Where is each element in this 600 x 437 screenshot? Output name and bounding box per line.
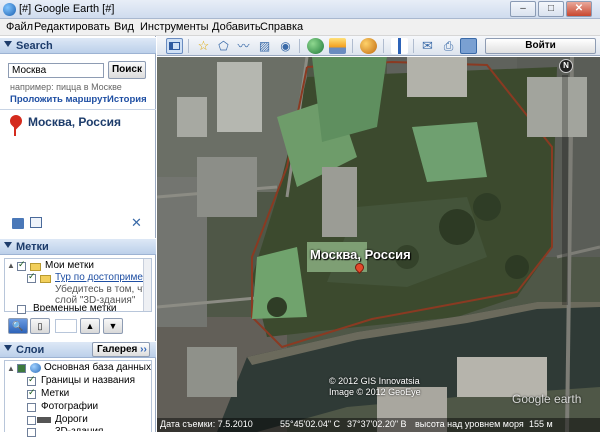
imagery-date: Дата съемки: 7.5.2010 xyxy=(160,419,253,429)
elevation-label: высота над уровнем моря xyxy=(415,419,524,429)
status-bar: Дата съемки: 7.5.2010 55°45'02.04" С 37°… xyxy=(157,418,600,432)
history-link[interactable]: История xyxy=(107,94,147,105)
temp-places-checkbox[interactable] xyxy=(17,305,26,314)
menu-tools[interactable]: Инструменты xyxy=(140,21,209,33)
collapse-arrow-icon xyxy=(4,345,12,351)
places-layer-checkbox[interactable] xyxy=(27,387,36,399)
title-bar: [#] Google Earth [#] – □ ✕ xyxy=(0,0,600,19)
search-hint: например: пицца в Москве xyxy=(10,82,122,92)
layer-photos[interactable]: Фотографии xyxy=(41,401,98,412)
primary-db-checkbox[interactable] xyxy=(17,364,26,373)
3d-buildings-checkbox[interactable] xyxy=(27,428,36,437)
tour-link[interactable]: Тур по достопримеч xyxy=(55,272,143,283)
gallery-button-label: Галерея xyxy=(97,344,138,355)
search-input[interactable]: Москва xyxy=(8,63,104,78)
minimize-button[interactable]: – xyxy=(510,1,536,17)
move-up-button[interactable]: ▲ xyxy=(80,318,100,334)
image-overlay-icon[interactable]: ▨ xyxy=(256,38,273,54)
latitude-readout: 55°45'02.04" С xyxy=(280,419,341,429)
window-title: [#] Google Earth [#] xyxy=(19,3,115,15)
directions-link[interactable]: Проложить маршрут xyxy=(10,94,107,105)
result-pin-stem xyxy=(14,125,16,136)
places-panel-title: Метки xyxy=(16,241,49,253)
expand-icon[interactable]: ▲ xyxy=(7,364,15,373)
borders-checkbox[interactable] xyxy=(27,374,36,386)
search-button[interactable]: Поиск xyxy=(108,61,146,79)
move-down-button[interactable]: ▼ xyxy=(103,318,123,334)
eye-altitude-readout: 155 м xyxy=(529,419,553,429)
temp-places-item[interactable]: Временные метки xyxy=(33,303,141,311)
record-tour-icon[interactable]: ◉ xyxy=(277,38,294,54)
divider xyxy=(0,109,156,110)
compass-icon[interactable]: N xyxy=(559,59,573,73)
close-window-button[interactable]: ✕ xyxy=(566,1,592,17)
search-panel-title: Search xyxy=(16,40,53,52)
google-earth-app-icon xyxy=(3,3,16,16)
copyright-line-1: © 2012 GIS Innovatsia xyxy=(329,376,420,386)
menu-bar: Файл Редактировать Вид Инструменты Добав… xyxy=(0,19,600,36)
gallery-button[interactable]: Галерея ›› xyxy=(92,342,150,357)
longitude-readout: 37°37'02.20" В xyxy=(347,419,407,429)
expand-icon[interactable]: ▲ xyxy=(7,261,15,270)
google-earth-watermark: Google earth xyxy=(512,392,582,406)
folder-icon xyxy=(40,275,51,283)
zoom-slider[interactable] xyxy=(562,75,568,305)
road-icon xyxy=(37,417,51,423)
my-places-checkbox[interactable] xyxy=(17,259,26,271)
copyright-line-2: Image © 2012 GeoEye xyxy=(329,387,421,397)
roads-checkbox[interactable] xyxy=(27,416,36,425)
menu-help[interactable]: Справка xyxy=(260,21,303,33)
places-panel-header[interactable]: Метки xyxy=(0,238,156,255)
search-result[interactable]: Москва, Россия xyxy=(28,115,121,129)
toolbar: ☆ ⬠ 〰 ▨ ◉ ✉ ⎙ Войти xyxy=(157,36,600,56)
menu-add[interactable]: Добавить xyxy=(212,21,261,33)
places-scrollbar[interactable] xyxy=(143,259,151,311)
sidebar: Search Москва Поиск например: пицца в Мо… xyxy=(0,36,156,437)
menu-view[interactable]: Вид xyxy=(114,21,134,33)
tour-checkbox[interactable] xyxy=(27,271,36,283)
places-tree: ▲ Мои метки Тур по достопримеч Убедитесь… xyxy=(4,258,152,314)
search-in-places-button[interactable]: 🔍 xyxy=(8,318,28,334)
places-filter-input[interactable] xyxy=(55,319,77,333)
layer-primary-db[interactable]: Основная база данных xyxy=(44,362,151,373)
navigation-controls[interactable] xyxy=(557,75,575,305)
menu-file[interactable]: Файл xyxy=(6,21,33,33)
login-button[interactable]: Войти xyxy=(485,38,596,54)
layers-tree: ▲ Основная база данных Границы и названи… xyxy=(4,360,152,437)
collapse-arrow-icon xyxy=(4,41,12,47)
result-pin-icon xyxy=(7,112,25,130)
folder-icon xyxy=(30,263,41,271)
my-places-item[interactable]: Мои метки xyxy=(45,260,94,271)
photos-checkbox[interactable] xyxy=(27,403,36,412)
menu-edit[interactable]: Редактировать xyxy=(34,21,110,33)
copy-icon[interactable] xyxy=(30,217,42,228)
polygon-icon[interactable]: ⬠ xyxy=(215,38,232,54)
tour-description-line1: Убедитесь в том, что xyxy=(55,284,143,295)
print-icon[interactable]: ⎙ xyxy=(440,38,457,54)
clear-search-icon[interactable]: ✕ xyxy=(131,215,142,231)
map-view[interactable]: Москва, Россия © 2012 GIS Innovatsia Ima… xyxy=(157,57,600,432)
search-panel-header[interactable]: Search xyxy=(0,37,156,54)
layer-roads[interactable]: Дороги xyxy=(55,414,88,425)
map-place-label: Москва, Россия xyxy=(310,247,411,262)
globe-icon xyxy=(30,363,41,373)
layers-panel-title: Слои xyxy=(16,344,45,356)
email-icon[interactable]: ✉ xyxy=(419,38,436,54)
ruler-icon[interactable] xyxy=(391,38,408,54)
path-icon[interactable]: 〰 xyxy=(235,38,252,54)
split-view-button[interactable]: ▯ xyxy=(30,318,50,334)
add-folder-icon[interactable] xyxy=(12,218,24,229)
historical-imagery-icon[interactable] xyxy=(307,38,324,54)
planets-icon[interactable] xyxy=(360,38,377,54)
maximize-button[interactable]: □ xyxy=(538,1,564,17)
collapse-arrow-icon xyxy=(4,242,12,248)
layer-3d-buildings[interactable]: 3D-здания xyxy=(55,426,103,431)
layer-borders[interactable]: Границы и названия xyxy=(41,375,135,386)
placemark-icon[interactable]: ☆ xyxy=(195,38,212,54)
sidebar-toggle-icon[interactable] xyxy=(166,38,183,54)
sunlight-icon[interactable] xyxy=(329,38,346,54)
save-image-icon[interactable] xyxy=(460,38,477,54)
layer-places[interactable]: Метки xyxy=(41,388,69,399)
